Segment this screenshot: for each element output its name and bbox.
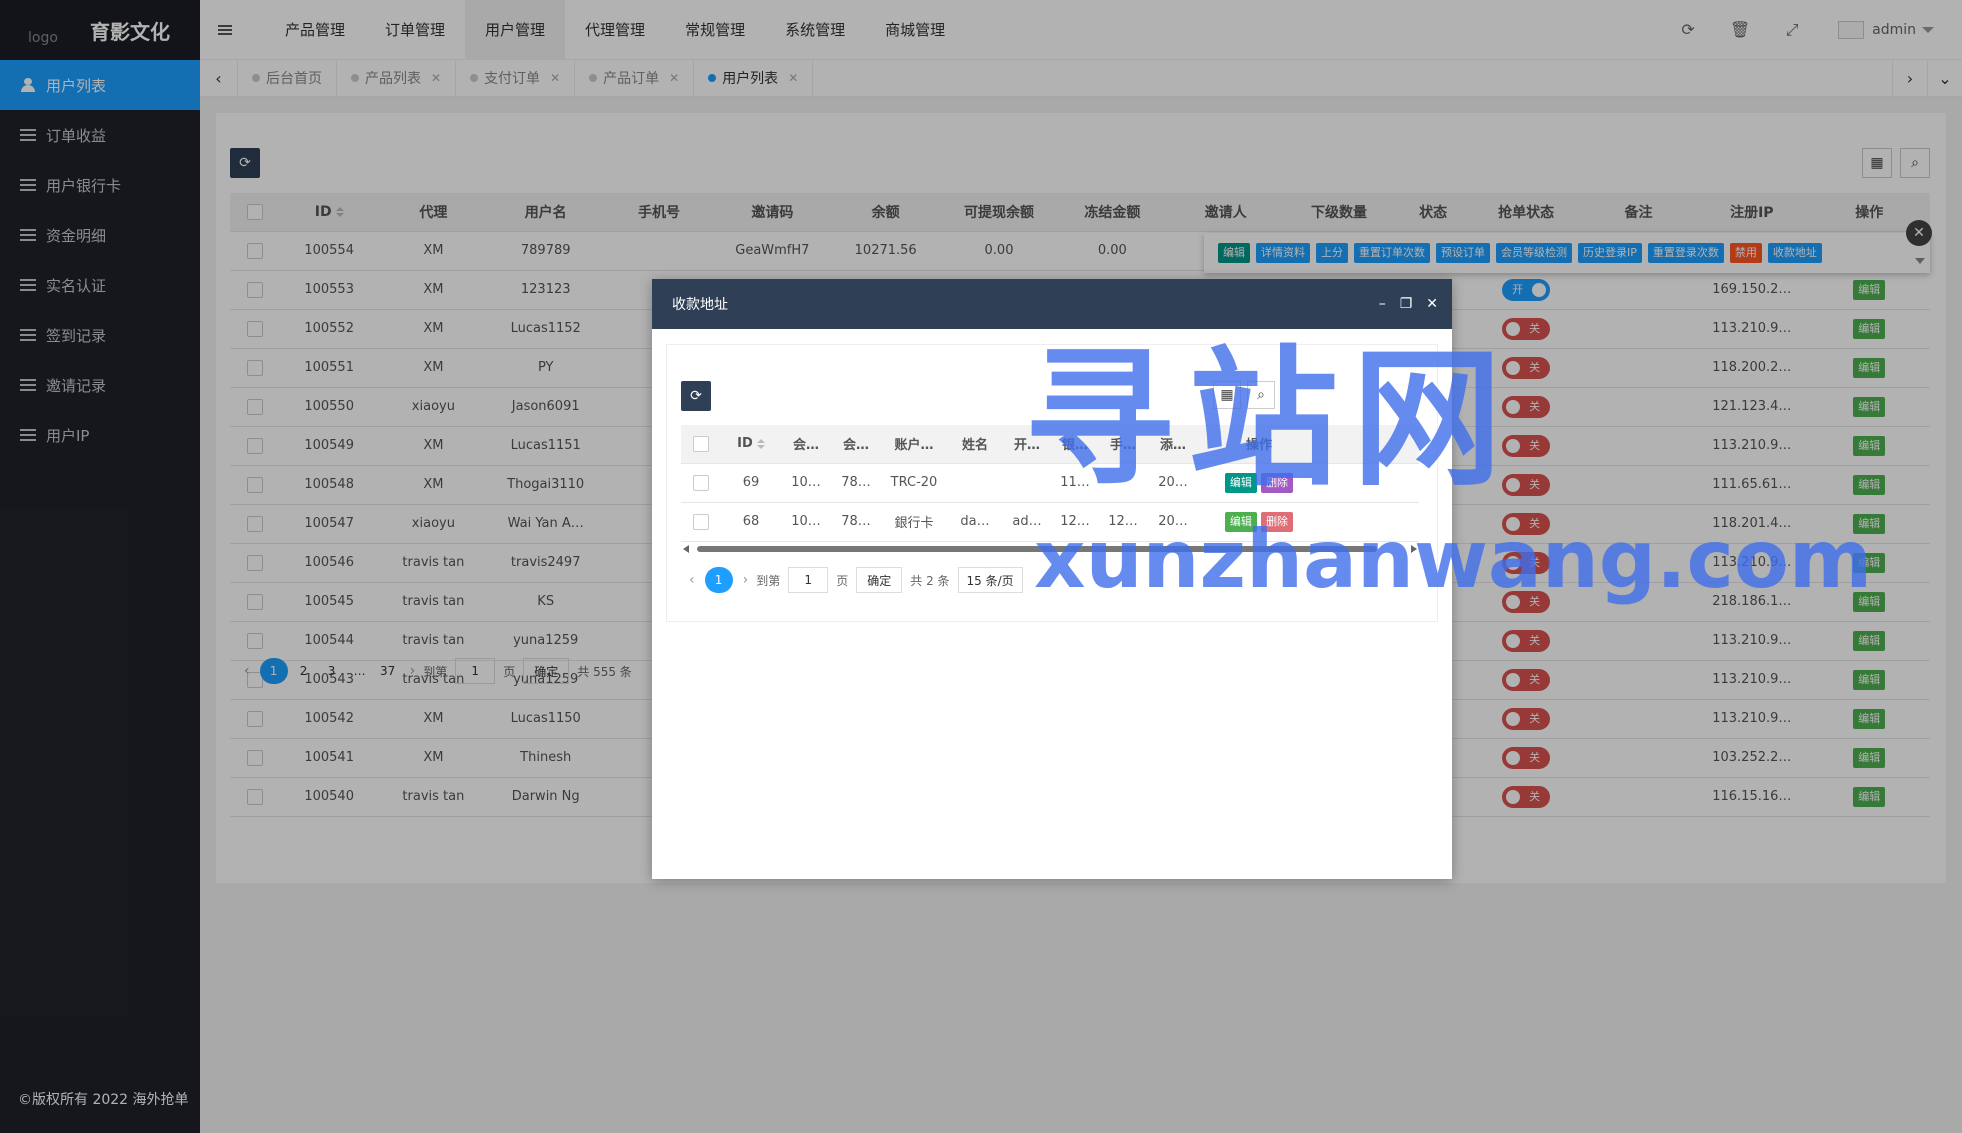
col-header: 账户… [881,425,947,464]
col-spacer [1319,463,1419,503]
close-icon[interactable]: ✕ [1426,296,1438,312]
table-cell [1099,463,1147,503]
payment-address-modal: 收款地址 – ❐ ✕ ⟳ ▦ ⌕ ID 会… 会… 账户… 姓名 开… 银… 手… [652,279,1452,879]
modal-pagination: ‹ 1 › 到第 1 页 确定 共 2 条 15 条/页 [681,567,1023,593]
per-page-select[interactable]: 15 条/页 [957,567,1023,593]
table-cell: 12… [1051,502,1099,542]
table-cell: da… [947,502,1003,542]
table-row: 68 10… 78… 銀行卡 da… ad… 12… 12… 20… 编辑 删除 [681,502,1419,542]
col-header[interactable]: ID [721,425,781,464]
modal-body: ⟳ ▦ ⌕ ID 会… 会… 账户… 姓名 开… 银… 手… 添… 操作 69 … [666,344,1438,622]
next-page-icon[interactable]: › [743,572,749,588]
row-checkbox[interactable] [681,502,721,542]
total-count: 共 2 条 [910,573,950,588]
col-spacer [1319,425,1419,464]
select-all-checkbox[interactable] [681,425,721,464]
col-header: 开… [1003,425,1051,464]
edit-button[interactable]: 编辑 [1224,511,1257,532]
table-cell: ad… [1003,502,1051,542]
minimize-icon[interactable]: – [1379,296,1386,312]
col-header: 姓名 [947,425,1003,464]
col-header: 会… [831,425,881,464]
maximize-icon[interactable]: ❐ [1400,296,1413,312]
modal-refresh-button[interactable]: ⟳ [681,381,711,411]
scroll-right-icon[interactable] [1411,545,1417,553]
ops-cell: 编辑 删除 [1199,463,1319,503]
table-cell: 69 [721,463,781,503]
delete-button[interactable]: 删除 [1261,511,1294,532]
sort-icon[interactable] [756,438,765,449]
col-header: 会… [781,425,831,464]
goto-page-input[interactable]: 1 [788,567,829,593]
delete-button[interactable]: 删除 [1261,472,1294,493]
table-cell: 12… [1099,502,1147,542]
col-header: 银… [1051,425,1099,464]
horizontal-scrollbar[interactable] [681,545,1419,553]
table-row: 69 10… 78… TRC-20 11… 20… 编辑 删除 [681,463,1419,503]
table-cell [947,463,1003,503]
address-table: ID 会… 会… 账户… 姓名 开… 银… 手… 添… 操作 69 10… 78… T… [681,425,1419,542]
table-cell: 68 [721,502,781,542]
search-icon[interactable]: ⌕ [1247,381,1275,409]
table-cell: 11… [1051,463,1099,503]
prev-page-icon[interactable]: ‹ [689,572,695,588]
ops-cell: 编辑 删除 [1199,502,1319,542]
table-cell: 10… [781,502,831,542]
table-cell: TRC-20 [881,463,947,503]
modal-controls: – ❐ ✕ [1379,296,1452,312]
columns-icon[interactable]: ▦ [1213,381,1241,409]
page-unit: 页 [836,573,849,588]
table-cell [1003,463,1051,503]
scrollbar-thumb[interactable] [697,546,1377,552]
table-cell: 銀行卡 [881,502,947,542]
col-header: 操作 [1199,425,1319,464]
table-cell: 78… [831,502,881,542]
col-header: 添… [1147,425,1199,464]
table-cell: 10… [781,463,831,503]
table-cell: 20… [1147,502,1199,542]
col-header: 手… [1099,425,1147,464]
table-cell: 78… [831,463,881,503]
goto-label: 到第 [756,573,781,588]
table-header-row: ID 会… 会… 账户… 姓名 开… 银… 手… 添… 操作 [681,425,1419,464]
col-spacer [1319,502,1419,542]
modal-header: 收款地址 – ❐ ✕ [652,279,1452,329]
row-checkbox[interactable] [681,463,721,503]
modal-title: 收款地址 [672,297,728,313]
goto-confirm-button[interactable]: 确定 [856,567,903,593]
table-cell: 20… [1147,463,1199,503]
page-1[interactable]: 1 [704,567,733,593]
scroll-left-icon[interactable] [683,545,689,553]
edit-button[interactable]: 编辑 [1224,472,1257,493]
